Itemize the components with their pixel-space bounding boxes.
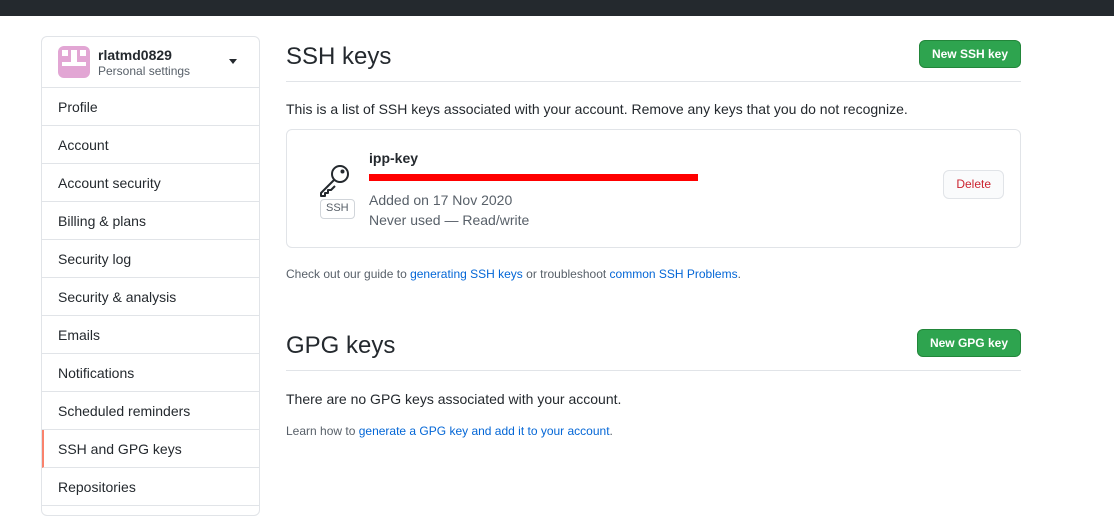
sidebar-item-ssh-gpg-keys[interactable]: SSH and GPG keys xyxy=(42,430,259,468)
settings-sidebar: rlatmd0829 Personal settings Profile Acc… xyxy=(41,36,260,516)
sidebar-item-notifications[interactable]: Notifications xyxy=(42,354,259,392)
sidebar-item-emails[interactable]: Emails xyxy=(42,316,259,354)
redacted-fingerprint xyxy=(369,174,698,181)
ssh-keys-header: SSH keys New SSH key xyxy=(286,36,1021,82)
gpg-keys-section: GPG keys New GPG key There are no GPG ke… xyxy=(286,325,1021,438)
ssh-key-usage: Never used — Read/write xyxy=(369,212,530,228)
gpg-empty-message: There are no GPG keys associated with yo… xyxy=(286,391,622,407)
sidebar-nav: Profile Account Account security Billing… xyxy=(42,88,259,506)
sidebar-item-billing-plans[interactable]: Billing & plans xyxy=(42,202,259,240)
generating-ssh-keys-link[interactable]: generating SSH keys xyxy=(410,267,523,281)
generate-gpg-key-link[interactable]: generate a GPG key and add it to your ac… xyxy=(359,424,610,438)
ssh-help-prefix: Check out our guide to xyxy=(286,267,411,281)
ssh-key-added-date: Added on 17 Nov 2020 xyxy=(369,192,513,208)
sidebar-item-scheduled-reminders[interactable]: Scheduled reminders xyxy=(42,392,259,430)
ssh-keys-title: SSH keys xyxy=(286,43,392,70)
new-ssh-key-button[interactable]: New SSH key xyxy=(918,40,1021,68)
ssh-help-text: Check out our guide to generating SSH ke… xyxy=(286,267,1021,281)
gpg-keys-title: GPG keys xyxy=(286,332,396,359)
sidebar-item-profile[interactable]: Profile xyxy=(42,88,259,126)
ssh-key-name: ipp-key xyxy=(369,150,419,166)
gpg-keys-header: GPG keys New GPG key xyxy=(286,325,1021,371)
gpg-help-suffix: . xyxy=(609,424,613,438)
ssh-keys-description: This is a list of SSH keys associated wi… xyxy=(286,101,908,117)
main-content: SSH keys New SSH key This is a list of S… xyxy=(286,36,1021,438)
gpg-help-prefix: Learn how to xyxy=(286,424,359,438)
sidebar-item-account-security[interactable]: Account security xyxy=(42,164,259,202)
personal-settings-label: Personal settings xyxy=(98,64,191,78)
ssh-key-item: SSH ipp-key Added on 17 Nov 2020 Never u… xyxy=(286,129,1021,248)
top-header-bar xyxy=(0,0,1114,16)
key-icon xyxy=(320,165,349,197)
sidebar-item-account[interactable]: Account xyxy=(42,126,259,164)
ssh-help-suffix: . xyxy=(737,267,741,281)
sidebar-item-security-analysis[interactable]: Security & analysis xyxy=(42,278,259,316)
avatar xyxy=(58,46,90,78)
new-gpg-key-button[interactable]: New GPG key xyxy=(916,329,1021,357)
ssh-badge: SSH xyxy=(320,199,355,219)
username: rlatmd0829 xyxy=(98,47,172,63)
sidebar-item-security-log[interactable]: Security log xyxy=(42,240,259,278)
gpg-help-text: Learn how to generate a GPG key and add … xyxy=(286,424,1021,438)
delete-ssh-key-button[interactable]: Delete xyxy=(943,170,1004,199)
chevron-down-icon[interactable] xyxy=(229,59,237,64)
account-switcher[interactable]: rlatmd0829 Personal settings xyxy=(42,37,259,88)
sidebar-item-repositories[interactable]: Repositories xyxy=(42,468,259,506)
ssh-help-middle: or troubleshoot xyxy=(522,267,610,281)
common-ssh-problems-link[interactable]: common SSH Problems xyxy=(610,267,738,281)
